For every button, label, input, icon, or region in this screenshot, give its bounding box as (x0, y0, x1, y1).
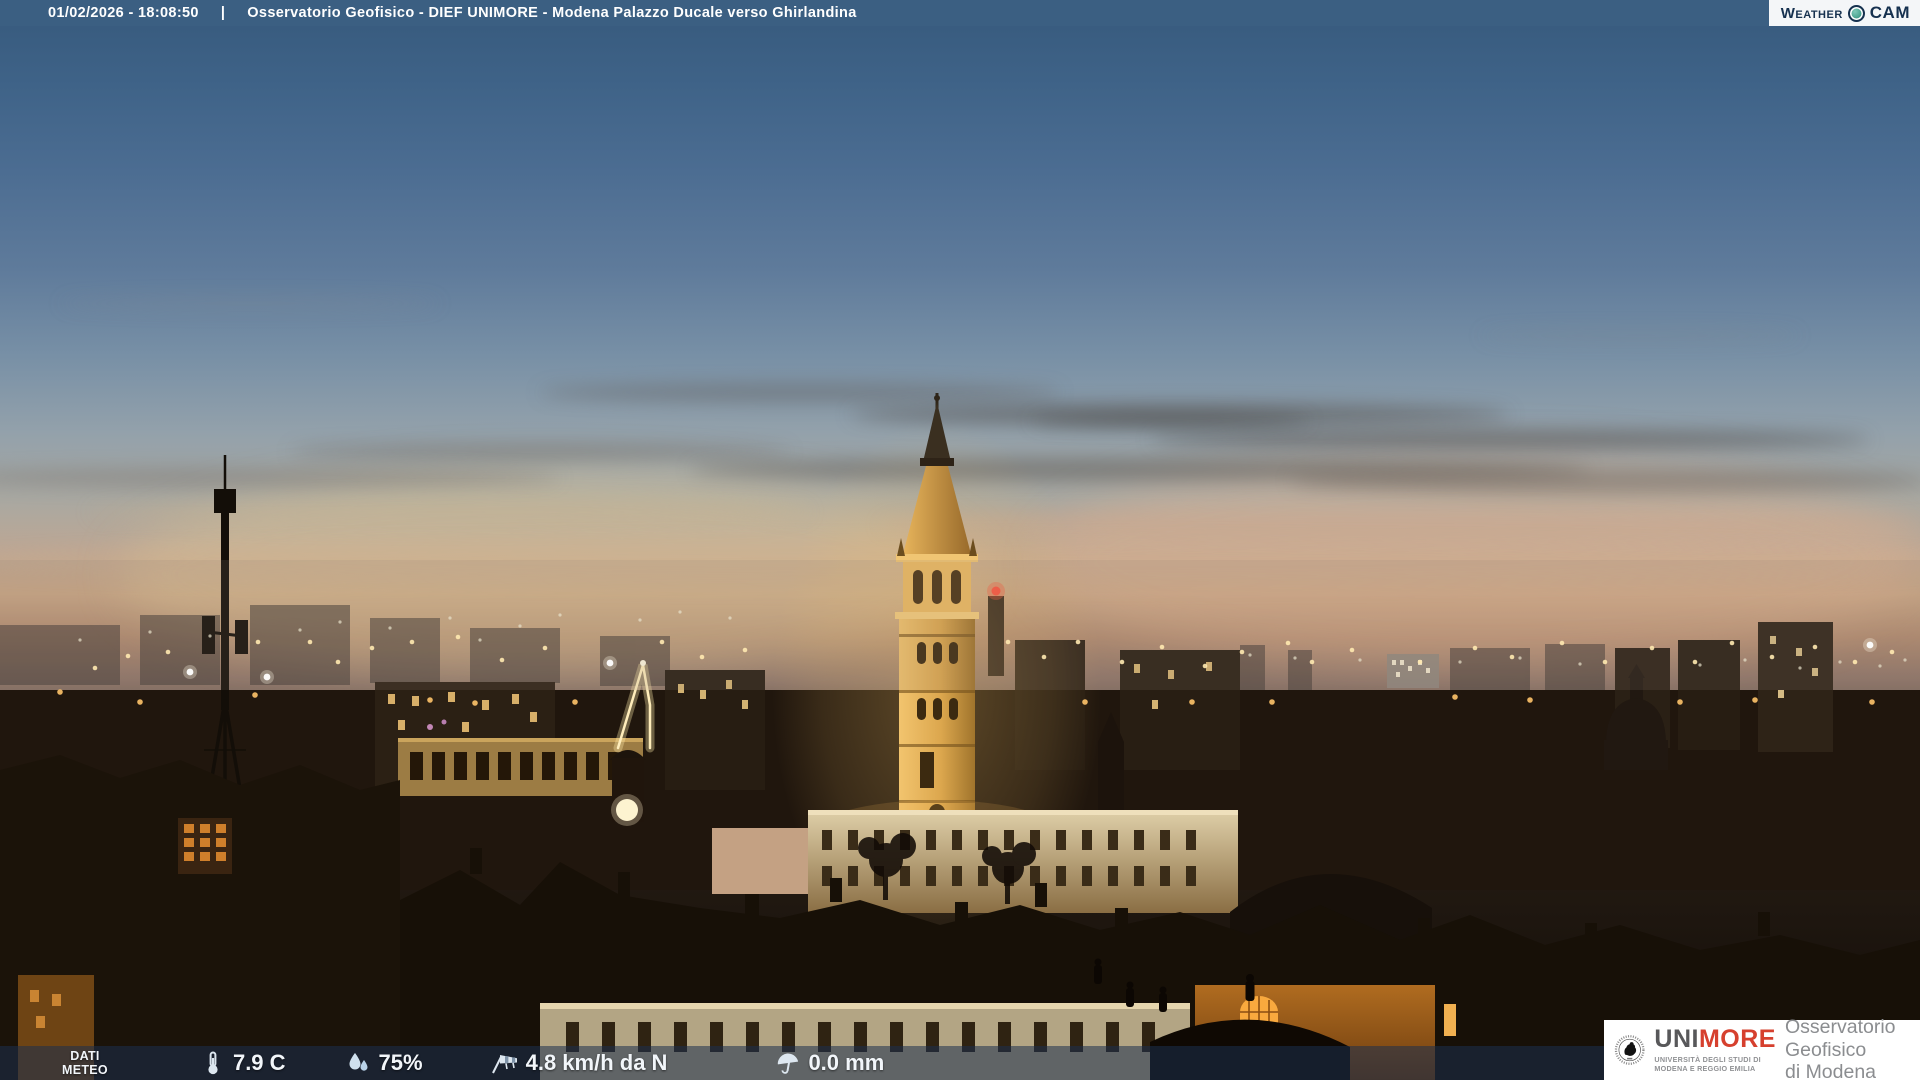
thermometer-icon (208, 1051, 218, 1075)
unimore-seal-icon (1614, 1035, 1645, 1065)
umbrella-icon (778, 1053, 799, 1074)
dati-meteo-label: DATI METEO (62, 1049, 108, 1077)
temperature-value: 7.9 C (232, 1050, 286, 1075)
horizon-haze (0, 560, 1920, 690)
rain-metric: 0.0 mm (775, 1050, 884, 1076)
separator: | (220, 5, 226, 21)
cityscape-scene (0, 393, 1920, 1080)
wind-metric: 4.8 km/h da N (489, 1050, 668, 1076)
humidity-metric: 75% (346, 1050, 423, 1076)
camera-title: Osservatorio Geofisico - DIEF UNIMORE - … (247, 5, 857, 21)
precipitation-value: 0.0 mm (808, 1050, 885, 1075)
title-bar: 01/02/2026 - 18:08:50 | Osservatorio Geo… (0, 0, 1920, 26)
globe-icon (1847, 4, 1865, 22)
windsock-icon (491, 1055, 517, 1074)
timestamp: 01/02/2026 - 18:08:50 (48, 5, 199, 21)
webcam-frame: 01/02/2026 - 18:08:50 | Osservatorio Geo… (0, 0, 1920, 1080)
wind-value: 4.8 km/h da N (525, 1050, 668, 1075)
lit-facade-left (398, 738, 643, 796)
unimore-subtitle: UNIVERSITÀ DEGLI STUDI DI MODENA E REGGI… (1654, 1055, 1761, 1073)
unimore-logo-box: UNIMORE UNIVERSITÀ DEGLI STUDI DI MODENA… (1604, 1016, 1920, 1080)
weathercam-weather-text: Weather (1780, 4, 1843, 22)
clock-tower (610, 750, 646, 826)
unimore-wordmark: UNIMORE UNIVERSITÀ DEGLI STUDI DI MODENA… (1654, 1025, 1776, 1074)
weathercam-cam-text: CAM (1869, 3, 1910, 22)
temperature-metric: 7.9 C (200, 1050, 286, 1076)
clock-face (616, 799, 638, 821)
observatory-name: Osservatorio Geofisico di Modena (1784, 1016, 1896, 1080)
humidity-value: 75% (378, 1050, 423, 1075)
humidity-drops-icon (349, 1053, 368, 1071)
weathercam-logo: Weather CAM (1768, 0, 1920, 26)
